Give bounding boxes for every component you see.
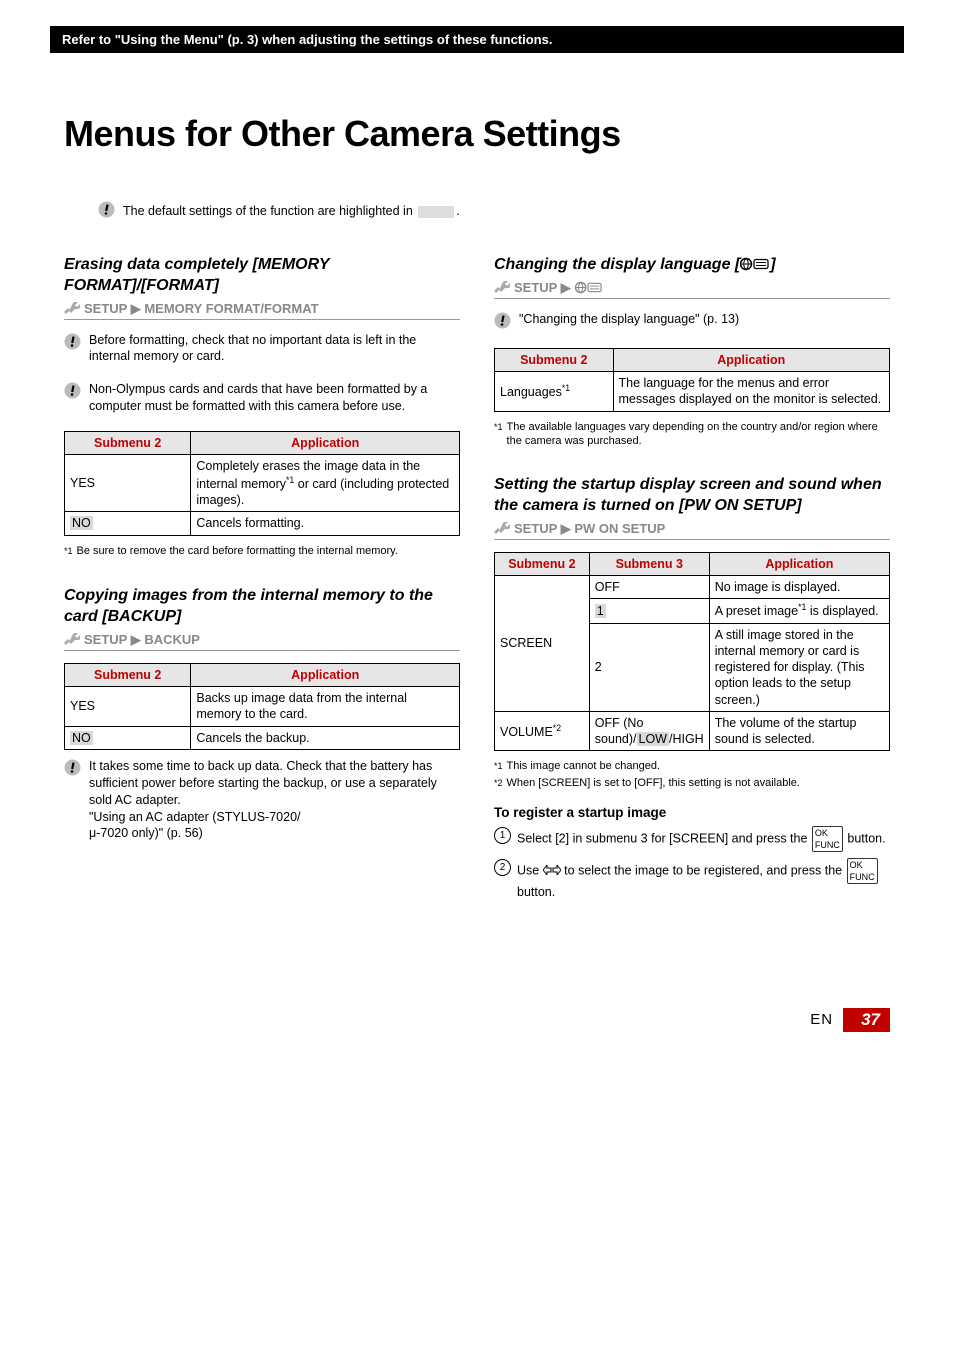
note-backup: It takes some time to back up data. Chec… (89, 758, 460, 842)
ok-func-button-icon: OKFUNC (847, 858, 878, 884)
language-icon (740, 257, 770, 271)
table-backup: Submenu 2Application YES Backs up image … (64, 663, 460, 750)
breadcrumb-language: SETUP ▶ (494, 280, 890, 299)
lang-label: EN (810, 1011, 833, 1028)
tools-icon (494, 281, 510, 295)
footnote: *2 When [SCREEN] is set to [OFF], this s… (494, 776, 890, 791)
caution-icon (64, 382, 81, 402)
header-bar: Refer to "Using the Menu" (p. 3) when ad… (50, 26, 904, 53)
language-icon (575, 281, 603, 294)
breadcrumb-backup: SETUP ▶ BACKUP (64, 632, 460, 651)
page-title: Menus for Other Camera Settings (64, 113, 890, 155)
tools-icon (494, 522, 510, 536)
table-row: NO Cancels the backup. (65, 726, 460, 749)
breadcrumb-format: SETUP ▶ MEMORY FORMAT/FORMAT (64, 301, 460, 320)
intro-note: The default settings of the function are… (98, 201, 890, 221)
table-row: SCREEN OFF No image is displayed. (495, 576, 890, 599)
section-title-language: Changing the display language [] (494, 255, 890, 276)
footnote: *1 The available languages vary dependin… (494, 420, 890, 450)
highlight-swatch (418, 206, 454, 218)
footnote: *1 This image cannot be changed. (494, 759, 890, 774)
note-format-2: Non-Olympus cards and cards that have be… (89, 381, 460, 415)
page-number: 37 (843, 1008, 890, 1032)
section-title-backup: Copying images from the internal memory … (64, 586, 460, 628)
table-row: Languages*1 The language for the menus a… (495, 372, 890, 412)
step-2: 2 Use to select the image to be register… (494, 858, 890, 902)
note-format-1: Before formatting, check that no importa… (89, 332, 460, 366)
intro-text: The default settings of the function are… (123, 204, 413, 218)
table-pwon: Submenu 2 Submenu 3 Application SCREEN O… (494, 552, 890, 752)
breadcrumb-pwon: SETUP ▶ PW ON SETUP (494, 521, 890, 540)
caution-icon (98, 201, 115, 221)
table-row: VOLUME*2 OFF (No sound)/LOW/HIGH The vol… (495, 711, 890, 751)
tools-icon (64, 633, 80, 647)
section-title-pwon: Setting the startup display screen and s… (494, 475, 890, 517)
table-row: YES Completely erases the image data in … (65, 455, 460, 512)
left-right-arrow-icon (543, 863, 561, 877)
caution-icon (64, 759, 81, 779)
subheading-register: To register a startup image (494, 805, 890, 820)
ok-func-button-icon: OKFUNC (812, 826, 843, 852)
section-title-format: Erasing data completely [MEMORY FORMAT]/… (64, 255, 460, 297)
table-language: Submenu 2Application Languages*1 The lan… (494, 348, 890, 412)
footnote: *1 Be sure to remove the card before for… (64, 544, 460, 559)
table-row: YES Backs up image data from the interna… (65, 687, 460, 727)
page-footer: EN 37 (0, 1008, 954, 1062)
table-format: Submenu 2Application YES Completely eras… (64, 431, 460, 535)
step-1: 1 Select [2] in submenu 3 for [SCREEN] a… (494, 826, 890, 852)
table-row: NO Cancels formatting. (65, 512, 460, 535)
step-number-icon: 1 (494, 827, 511, 844)
caution-icon (494, 312, 511, 332)
tools-icon (64, 302, 80, 316)
note-language: "Changing the display language" (p. 13) (519, 311, 739, 328)
step-number-icon: 2 (494, 859, 511, 876)
caution-icon (64, 333, 81, 353)
intro-tail: . (456, 204, 459, 218)
